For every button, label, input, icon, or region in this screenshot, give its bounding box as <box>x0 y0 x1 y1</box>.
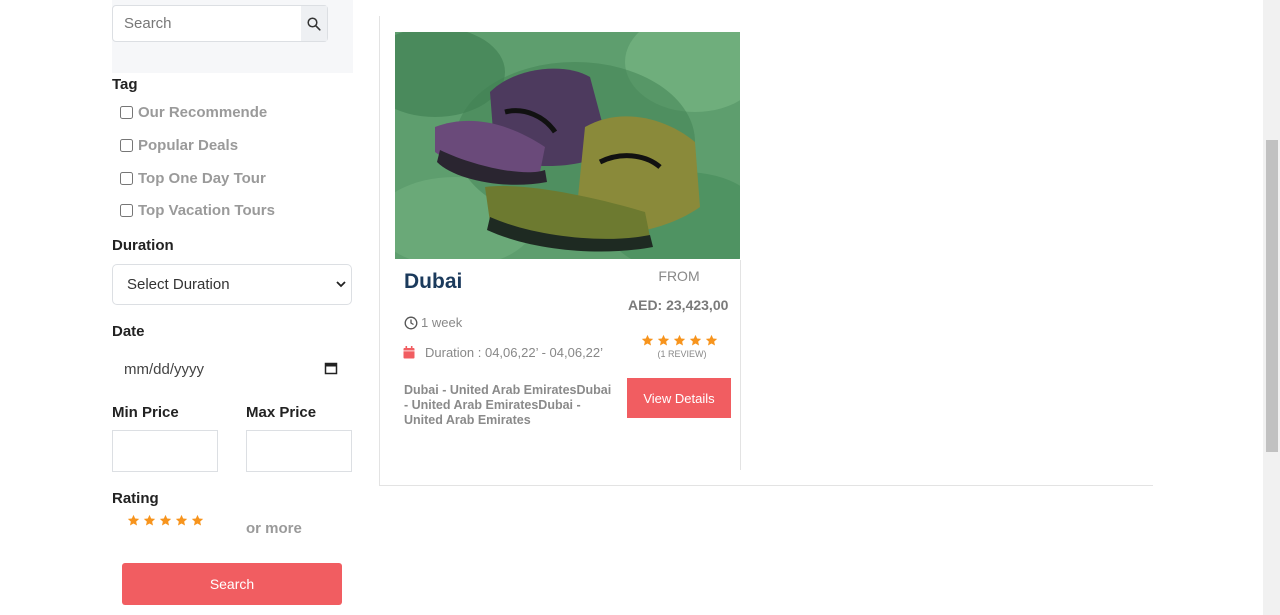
date-placeholder: mm/dd/yyyy <box>124 360 205 378</box>
tag-title: Tag <box>112 76 138 93</box>
duration-short: 1 week <box>404 315 462 330</box>
date-title: Date <box>112 323 145 340</box>
date-input[interactable]: mm/dd/yyyy <box>112 352 352 386</box>
search-box <box>112 5 328 42</box>
duration-select-value: Select Duration <box>127 276 230 293</box>
divider <box>379 16 380 486</box>
tag-checkbox[interactable] <box>120 139 133 152</box>
star-icon[interactable] <box>143 514 156 527</box>
card-rating-stars <box>641 334 718 347</box>
star-icon[interactable] <box>175 514 188 527</box>
page: Tag Our Recommende Popular Deals Top One… <box>0 0 1280 615</box>
calendar-icon <box>403 346 415 359</box>
max-price-title: Max Price <box>246 404 317 421</box>
star-icon <box>673 334 686 346</box>
scrollbar-thumb[interactable] <box>1266 140 1278 452</box>
search-icon <box>307 16 321 31</box>
tag-checkbox[interactable] <box>120 106 133 119</box>
rating-title: Rating <box>112 490 159 507</box>
tour-title[interactable]: Dubai <box>404 270 462 294</box>
tag-label: Top Vacation Tours <box>138 202 275 219</box>
star-icon <box>689 334 702 346</box>
tag-option-our-recommended[interactable]: Our Recommende <box>120 104 267 121</box>
review-count: (1 REVIEW) <box>657 349 707 359</box>
clock-icon <box>404 316 418 329</box>
search-panel <box>112 0 353 73</box>
from-label: FROM <box>658 268 700 284</box>
duration-select[interactable]: Select Duration <box>112 264 352 305</box>
rating-stars[interactable] <box>127 514 204 527</box>
star-icon[interactable] <box>159 514 172 527</box>
search-submit-button[interactable]: Search <box>122 563 342 605</box>
chevron-down-icon <box>336 281 346 288</box>
duration-short-text: 1 week <box>421 315 463 330</box>
max-price-input[interactable] <box>246 430 352 472</box>
divider <box>740 260 741 470</box>
tour-location: Dubai - United Arab EmiratesDubai - Unit… <box>404 383 612 427</box>
search-input[interactable] <box>113 6 303 41</box>
tag-checkbox[interactable] <box>120 204 133 217</box>
search-button[interactable] <box>301 6 327 41</box>
min-price-input[interactable] <box>112 430 218 472</box>
divider <box>379 485 1153 486</box>
star-icon <box>657 334 670 346</box>
tag-checkbox[interactable] <box>120 172 133 185</box>
duration-range: Duration : 04,06,22’ - 04,06,22’ <box>403 345 603 360</box>
duration-range-text: Duration : 04,06,22’ - 04,06,22’ <box>425 345 604 360</box>
min-price-title: Min Price <box>112 404 179 421</box>
tag-label: Popular Deals <box>138 137 239 154</box>
star-icon[interactable] <box>127 514 140 527</box>
star-icon <box>705 334 718 346</box>
duration-title: Duration <box>112 237 174 254</box>
tour-image[interactable] <box>395 32 740 259</box>
calendar-icon[interactable] <box>324 361 338 375</box>
star-icon[interactable] <box>191 514 204 527</box>
tour-price: AED: 23,423,00 <box>628 297 729 313</box>
tag-label: Top One Day Tour <box>138 170 266 187</box>
star-icon <box>641 334 654 346</box>
tag-label: Our Recommende <box>138 104 268 121</box>
tag-option-top-one-day-tour[interactable]: Top One Day Tour <box>120 170 266 187</box>
shoe-photo <box>395 32 740 259</box>
tag-option-popular-deals[interactable]: Popular Deals <box>120 137 238 154</box>
tag-option-top-vacation-tours[interactable]: Top Vacation Tours <box>120 202 275 219</box>
view-details-button[interactable]: View Details <box>627 378 731 418</box>
rating-or-more: or more <box>246 520 302 537</box>
